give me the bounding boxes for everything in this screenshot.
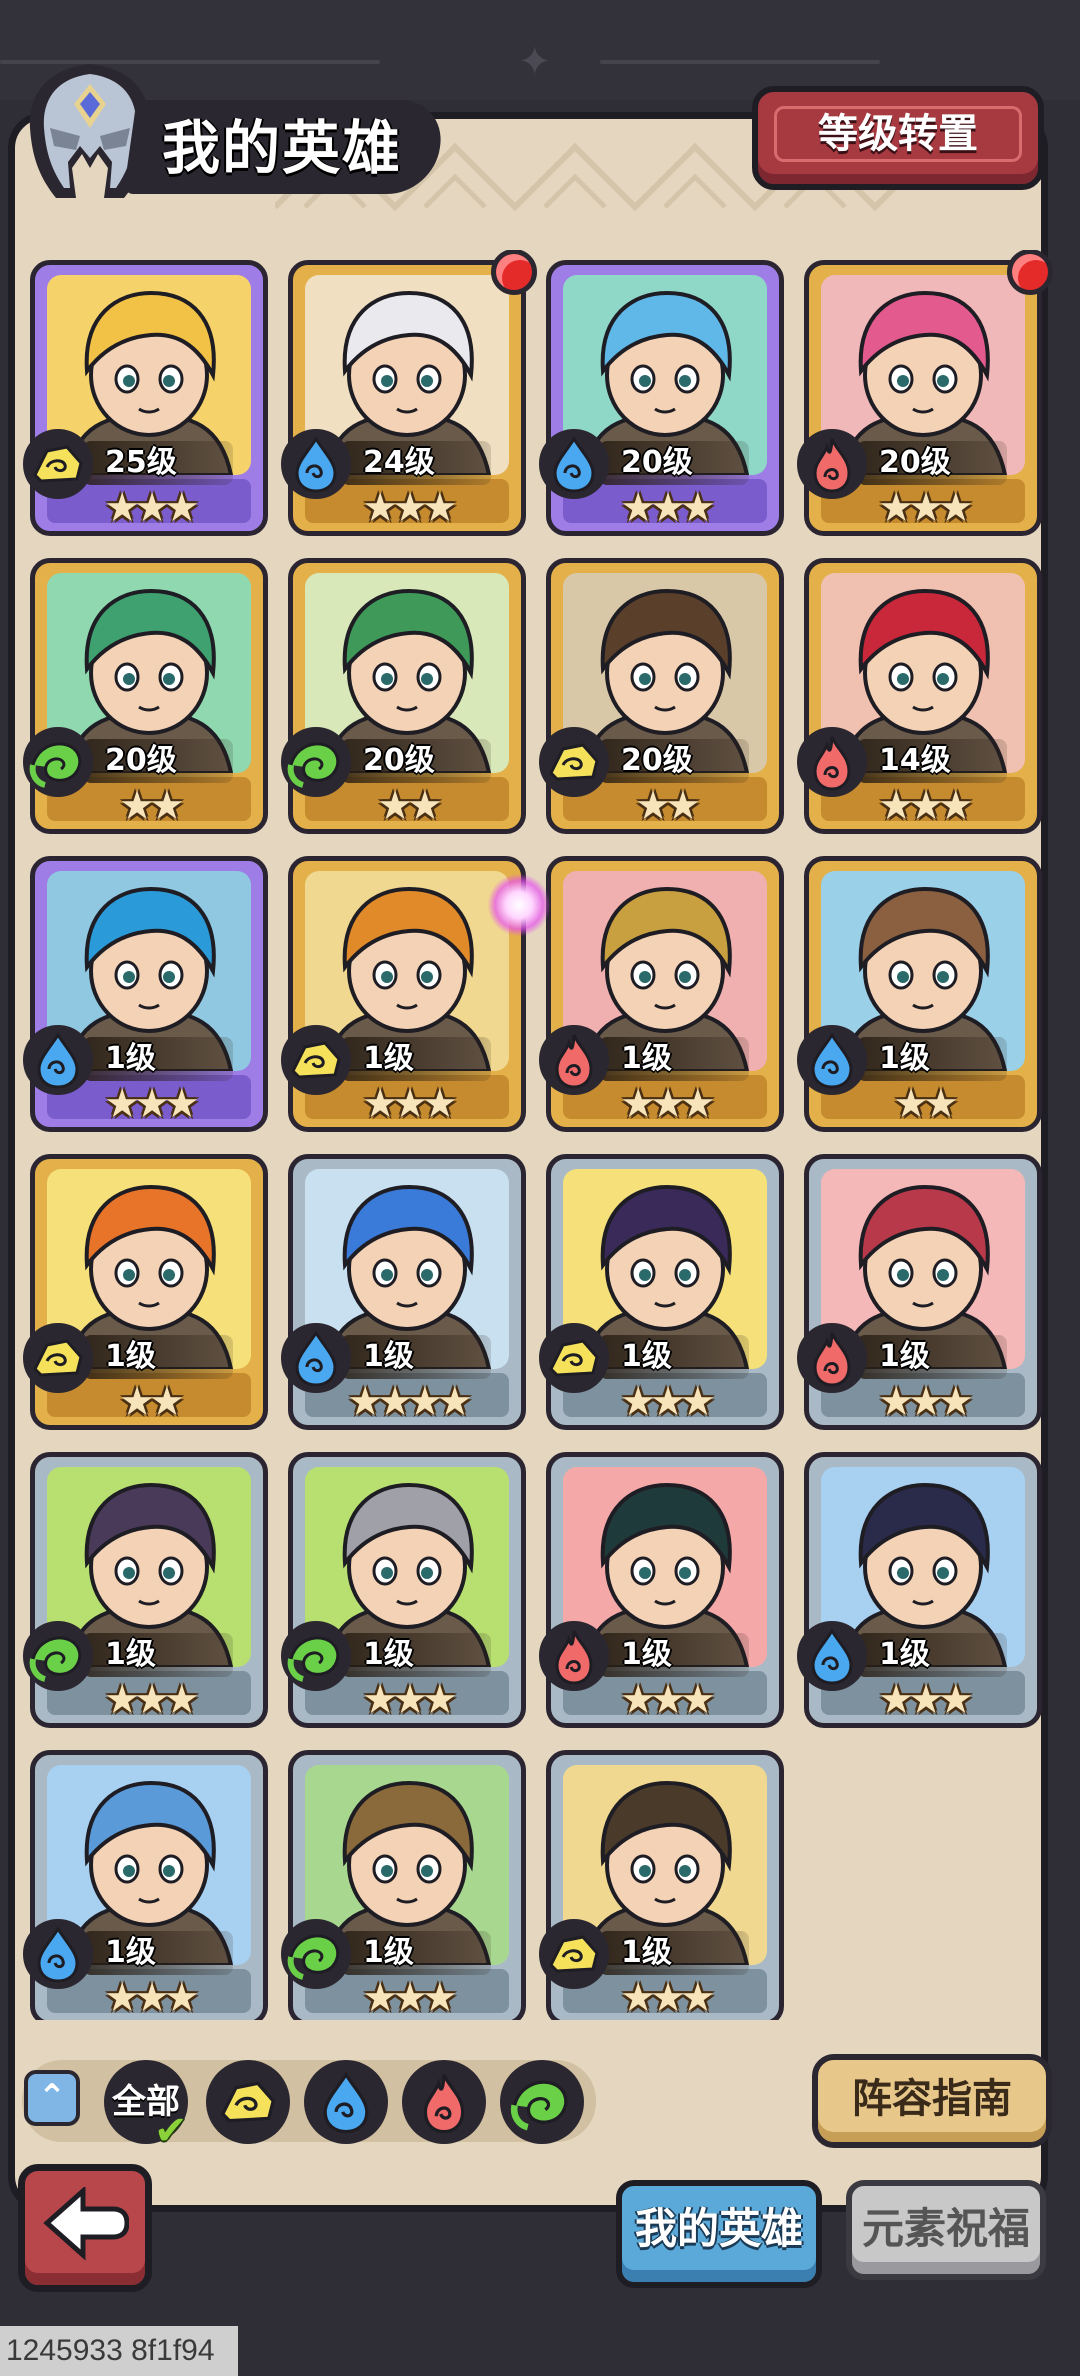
- notification-dot: [491, 250, 537, 295]
- lineup-guide-button[interactable]: 阵容指南: [812, 2054, 1052, 2148]
- hero-level: 1级: [105, 1041, 156, 1076]
- hero-card[interactable]: 24级 ★★★: [281, 250, 537, 536]
- hero-card[interactable]: 1级 ★★★: [539, 1750, 784, 2020]
- hero-card[interactable]: 20级 ★★: [23, 558, 268, 834]
- hero-card[interactable]: 1级 ★★★: [23, 856, 268, 1132]
- hero-stars: ★★: [635, 783, 701, 829]
- hero-level: 25级: [105, 445, 177, 480]
- hero-card[interactable]: 1级 ★★: [23, 1154, 268, 1430]
- tab-element-blessing[interactable]: 元素祝福: [846, 2180, 1046, 2280]
- hero-level: 1级: [879, 1041, 930, 1076]
- hero-card[interactable]: 20级 ★★: [539, 558, 784, 834]
- hero-level: 1级: [621, 1935, 672, 1970]
- filter-earth-chip[interactable]: [206, 2060, 290, 2144]
- hero-card[interactable]: 1级 ★★★: [539, 1452, 784, 1728]
- filter-wind-chip[interactable]: [500, 2060, 584, 2144]
- build-id-label: 1245933 8f1f94: [0, 2326, 238, 2376]
- hero-stars: ★★: [377, 783, 443, 829]
- fire-element-icon: [413, 2071, 475, 2134]
- hero-level: 1级: [105, 1935, 156, 1970]
- notification-dot: [1007, 250, 1053, 295]
- lineup-guide-label: 阵容指南: [852, 2076, 1012, 2122]
- hero-level: 1级: [879, 1339, 930, 1374]
- hero-card[interactable]: 1级 ★★★: [23, 1452, 268, 1728]
- hero-stars: ★★★: [362, 1677, 458, 1723]
- hero-level: 20级: [879, 445, 951, 480]
- hero-card[interactable]: 1级 ★★★★: [281, 1154, 526, 1430]
- hero-level: 1级: [621, 1339, 672, 1374]
- water-element-icon: [315, 2071, 377, 2134]
- hero-level: 20级: [621, 445, 693, 480]
- hero-card[interactable]: 1级 ★★★: [539, 856, 784, 1132]
- hero-level: 20级: [621, 743, 693, 778]
- hero-level: 20级: [105, 743, 177, 778]
- hero-card[interactable]: 14级 ★★★: [797, 558, 1042, 834]
- level-transfer-label: 等级转置: [818, 111, 978, 157]
- hero-grid[interactable]: 25级 ★★★ 24级 ★★★ 20级 ★★★ 20级 ★★★ 20级 ★★ 20级 ★★ 20级 ★★ 1…: [20, 250, 1060, 2020]
- back-arrow-icon: [43, 2187, 129, 2261]
- hero-card[interactable]: 1级 ★★: [797, 856, 1042, 1132]
- tab-element-blessing-label: 元素祝福: [861, 2204, 1030, 2253]
- hero-stars: ★★: [119, 783, 185, 829]
- sparkle-glow: [488, 874, 550, 936]
- hero-card[interactable]: 1级 ★★★: [797, 1154, 1042, 1430]
- hero-level: 1级: [621, 1637, 672, 1672]
- hero-stars: ★★: [893, 1081, 959, 1127]
- hero-stars: ★★★: [620, 1677, 716, 1723]
- hero-level: 1级: [879, 1637, 930, 1672]
- hero-stars: ★★: [119, 1379, 185, 1425]
- hero-level: 24级: [363, 445, 435, 480]
- hero-card[interactable]: 1级 ★★★: [281, 1750, 526, 2020]
- hero-level: 1级: [105, 1637, 156, 1672]
- hero-stars: ★★★: [878, 1379, 974, 1425]
- hero-stars: ★★★: [362, 1975, 458, 2020]
- hero-card[interactable]: 25级 ★★★: [23, 260, 268, 536]
- hero-card[interactable]: 1级 ★★★: [281, 1452, 526, 1728]
- hero-stars: ★★★: [104, 485, 200, 531]
- hero-stars: ★★★: [362, 485, 458, 531]
- hero-stars: ★★★: [620, 485, 716, 531]
- sparkle-icon: ✦: [518, 39, 552, 85]
- back-button[interactable]: [18, 2164, 152, 2292]
- hero-stars: ★★★: [878, 783, 974, 829]
- filter-fire-chip[interactable]: [402, 2060, 486, 2144]
- hero-card[interactable]: 1级 ★★★: [539, 1154, 784, 1430]
- hero-card[interactable]: 20级 ★★★: [539, 260, 784, 536]
- collapse-button[interactable]: ⌃: [24, 2070, 80, 2126]
- hero-level: 1级: [363, 1339, 414, 1374]
- tab-my-heroes-label: 我的英雄: [634, 2204, 803, 2253]
- hero-level: 1级: [363, 1041, 414, 1076]
- hero-stars: ★★★: [104, 1975, 200, 2020]
- hero-level: 1级: [105, 1339, 156, 1374]
- hero-level: 1级: [363, 1637, 414, 1672]
- hero-stars: ★★★: [620, 1975, 716, 2020]
- level-transfer-button[interactable]: 等级转置: [752, 86, 1044, 190]
- hero-stars: ★★★: [362, 1081, 458, 1127]
- hero-stars: ★★★: [620, 1379, 716, 1425]
- page-title: 我的英雄: [162, 114, 403, 182]
- hero-stars: ★★★: [878, 485, 974, 531]
- hero-stars: ★★★: [620, 1081, 716, 1127]
- hero-level: 1级: [363, 1935, 414, 1970]
- hero-stars: ★★★: [104, 1677, 200, 1723]
- tab-my-heroes[interactable]: 我的英雄: [616, 2180, 822, 2288]
- hero-level: 20级: [363, 743, 435, 778]
- hero-card[interactable]: 1级 ★★★: [23, 1750, 268, 2020]
- hero-card[interactable]: 20级 ★★: [281, 558, 526, 834]
- deco-line: [600, 60, 880, 64]
- hero-card[interactable]: 20级 ★★★: [797, 250, 1053, 536]
- earth-element-icon: [217, 2071, 279, 2133]
- hero-stars: ★★★★: [347, 1379, 472, 1425]
- filter-water-chip[interactable]: [304, 2060, 388, 2144]
- hero-level: 14级: [879, 743, 951, 778]
- hero-card[interactable]: 1级 ★★★: [797, 1452, 1042, 1728]
- hero-stars: ★★★: [878, 1677, 974, 1723]
- wind-element-icon: [510, 2071, 573, 2133]
- checkmark-icon: ✔: [154, 2108, 188, 2154]
- filter-all-chip[interactable]: 全部 ✔: [104, 2060, 188, 2154]
- top-decoration: ✦: [0, 0, 1080, 100]
- hero-level: 1级: [621, 1041, 672, 1076]
- hero-stars: ★★★: [104, 1081, 200, 1127]
